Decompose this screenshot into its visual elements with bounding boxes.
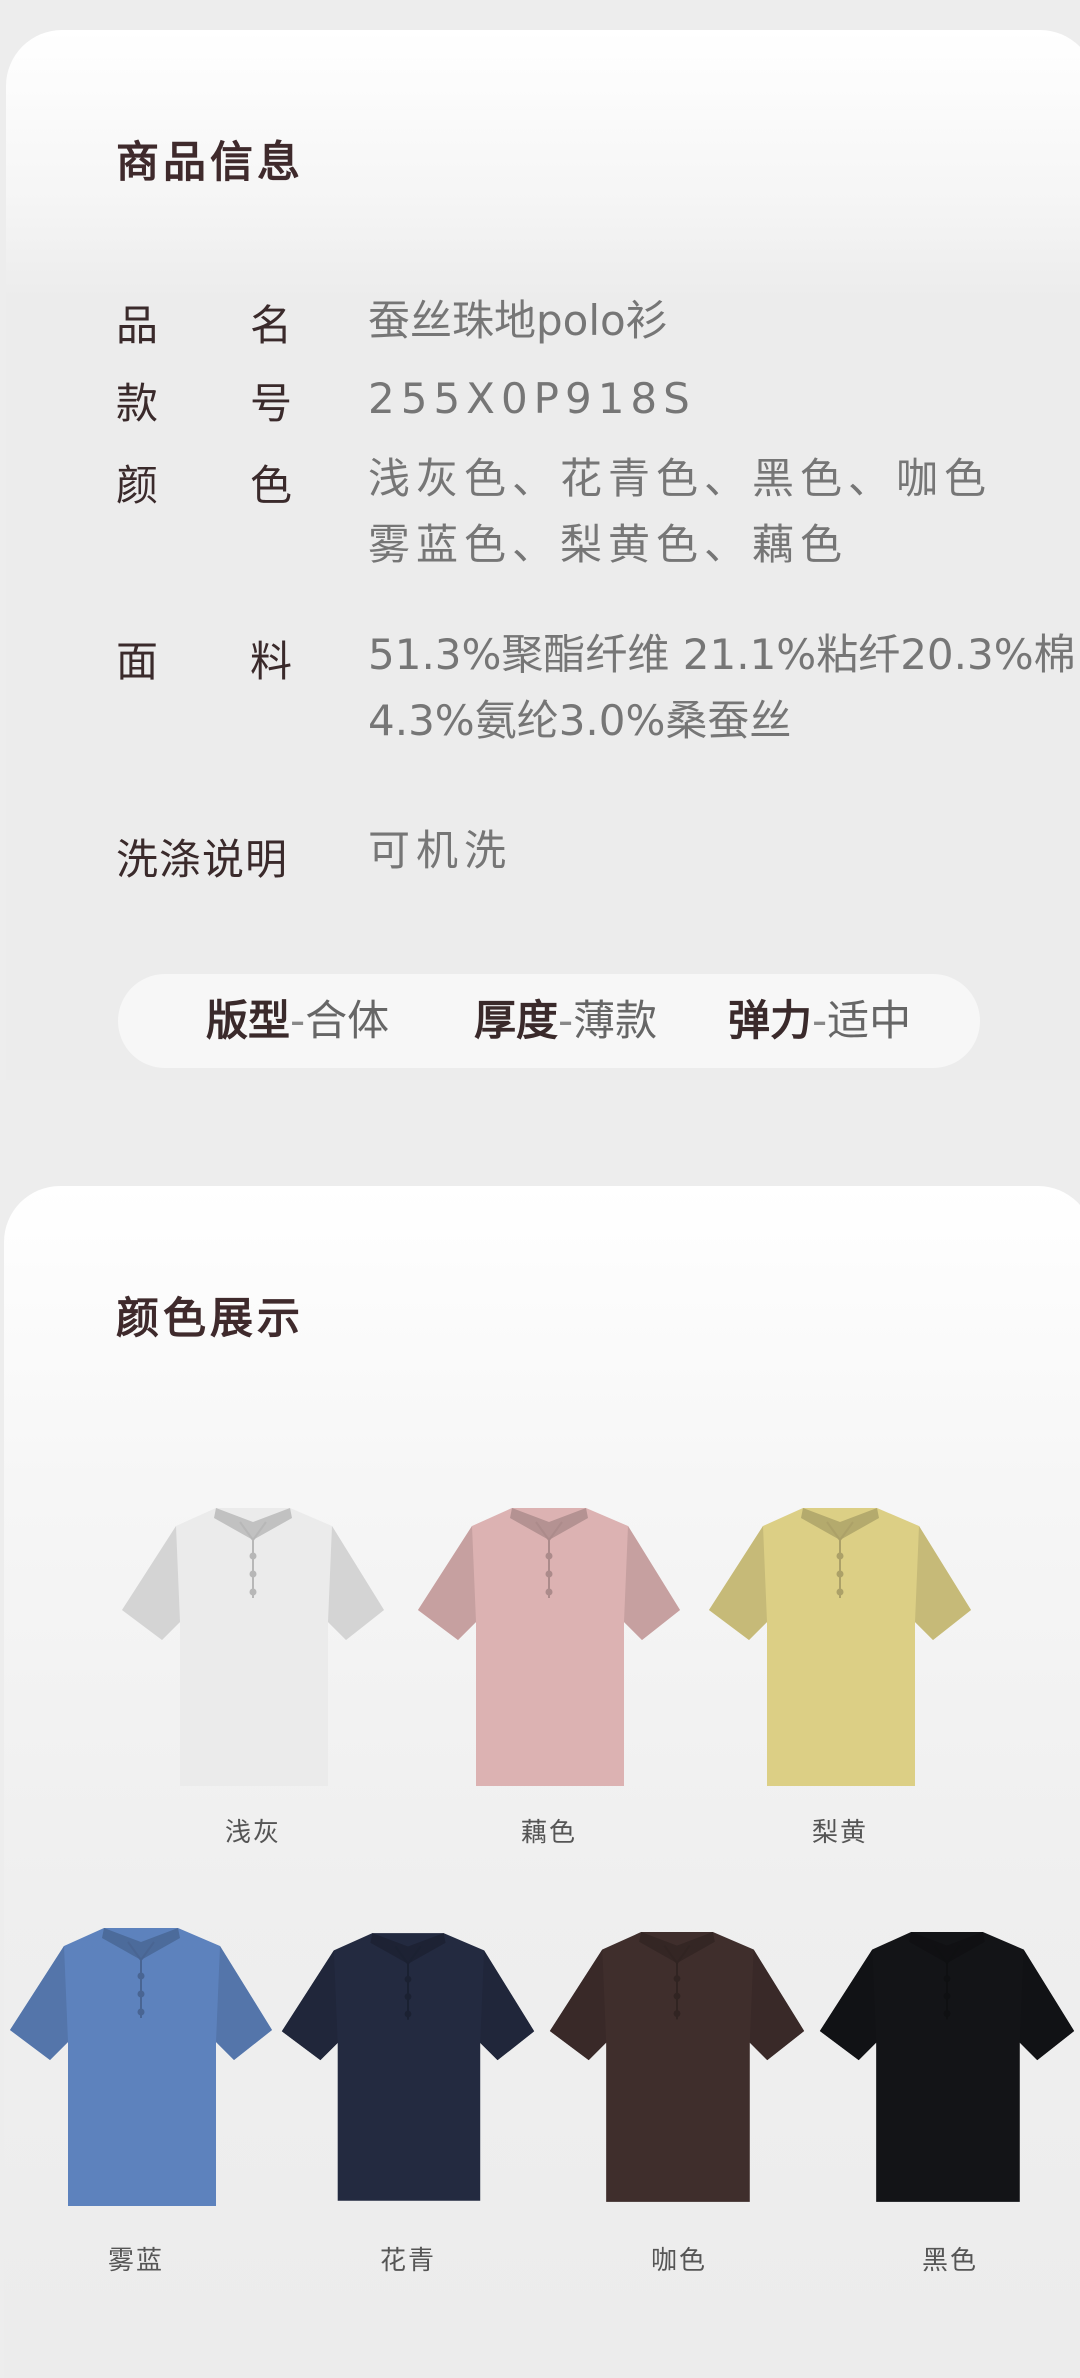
polo-shirt-swatch[interactable] <box>816 1920 1078 2210</box>
spec-value-line: 浅灰色、花青色、黑色、咖色 <box>368 454 993 503</box>
swatch-label: 雾蓝 <box>107 2246 164 2276</box>
spec-value-washing: 可机洗 <box>368 818 512 884</box>
polo-shirt-icon <box>414 1500 684 1790</box>
spec-label-style-number: 款号 <box>116 379 292 428</box>
spec-value-line: 雾蓝色、梨黄色、藕色 <box>368 520 849 569</box>
spec-value-style-number: 255X0P918S <box>368 366 696 432</box>
spec-label-washing: 洗涤说明 <box>116 835 289 884</box>
polo-shirt-icon <box>118 1500 388 1790</box>
polo-shirt-icon <box>6 1920 276 2210</box>
attribute-thickness: 厚度-薄款 <box>474 996 658 1045</box>
swatch-label: 梨黄 <box>811 1818 868 1848</box>
swatch-label: 花青 <box>379 2246 436 2276</box>
section-title-color-display: 颜色展示 <box>116 1294 304 1344</box>
spec-value-line: 蚕丝珠地polo衫 <box>368 296 668 345</box>
polo-shirt-swatch[interactable] <box>414 1500 684 1790</box>
spec-label-name: 品名 <box>116 301 292 350</box>
spec-value-line: 可机洗 <box>368 826 513 875</box>
spec-label-fabric: 面料 <box>116 637 292 686</box>
attribute-elasticity: 弹力-适中 <box>728 996 912 1045</box>
spec-value-name: 蚕丝珠地polo衫 <box>368 288 668 354</box>
swatch-label: 浅灰 <box>224 1818 281 1848</box>
product-detail-page: 商品信息 品名 蚕丝珠地polo衫 款号 255X0P918S 颜色 浅灰色、花… <box>0 0 1080 2378</box>
polo-shirt-swatch[interactable] <box>278 1920 538 2210</box>
polo-shirt-swatch[interactable] <box>118 1500 388 1790</box>
polo-shirt-icon <box>705 1500 975 1790</box>
attribute-fit: 版型-合体 <box>206 996 390 1045</box>
section-title-product-info: 商品信息 <box>116 138 304 188</box>
polo-shirt-swatch[interactable] <box>6 1920 276 2210</box>
polo-shirt-icon <box>816 1920 1078 2210</box>
spec-value-colors: 浅灰色、花青色、黑色、咖色 雾蓝色、梨黄色、藕色 <box>368 446 992 578</box>
swatch-label: 藕色 <box>520 1818 577 1848</box>
swatch-label: 咖色 <box>650 2246 707 2276</box>
spec-value-fabric: 51.3%聚酯纤维 21.1%粘纤20.3%棉 4.3%氨纶3.0%桑蚕丝 <box>368 622 1076 754</box>
spec-value-line: 4.3%氨纶3.0%桑蚕丝 <box>368 696 792 745</box>
spec-label-colors: 颜色 <box>116 461 292 510</box>
polo-shirt-swatch[interactable] <box>705 1500 975 1790</box>
spec-value-line: 51.3%聚酯纤维 21.1%粘纤20.3%棉 <box>368 630 1076 679</box>
polo-shirt-icon <box>546 1920 808 2210</box>
polo-shirt-swatch[interactable] <box>546 1920 808 2210</box>
swatch-label: 黑色 <box>921 2246 978 2276</box>
attribute-pill: 版型-合体 厚度-薄款 弹力-适中 <box>118 974 980 1068</box>
spec-value-line: 255X0P918S <box>368 374 696 423</box>
polo-shirt-icon <box>278 1920 538 2210</box>
